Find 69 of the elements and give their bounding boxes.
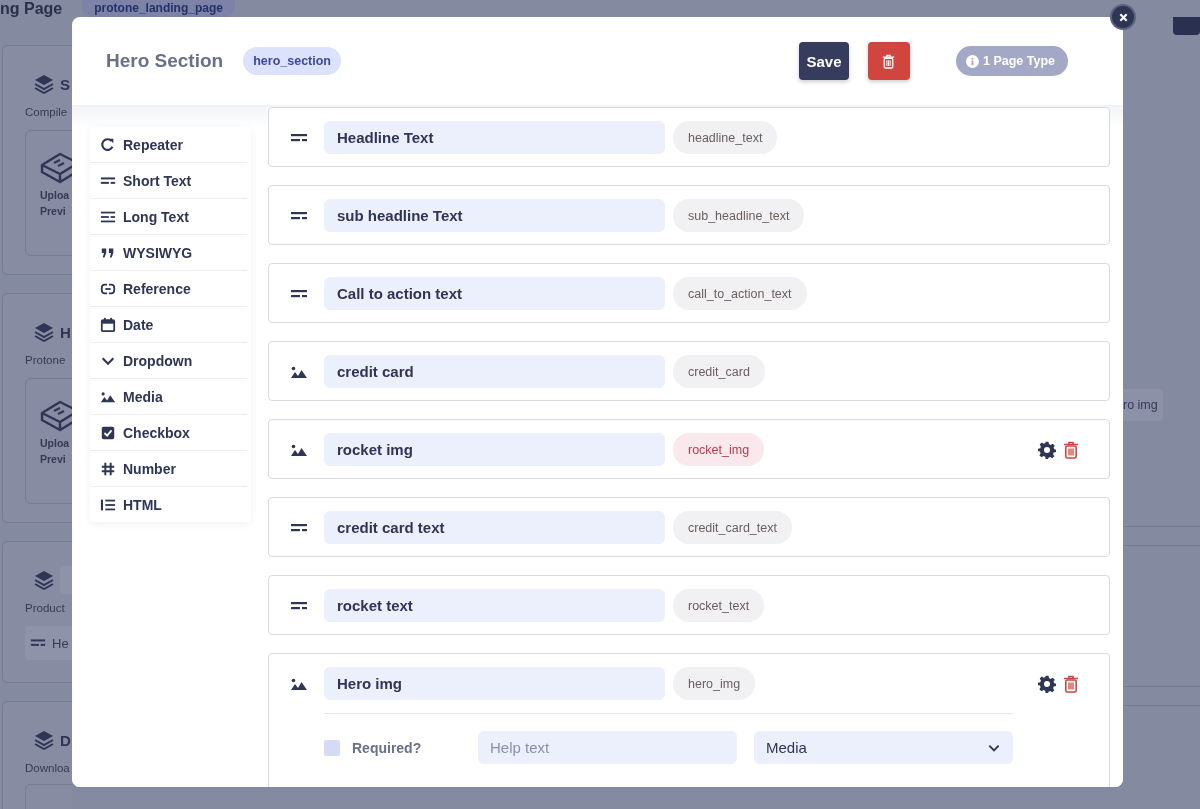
trash-icon[interactable] [1063,674,1079,693]
checkbox-icon [100,424,116,441]
required-checkbox[interactable] [324,739,340,756]
card-description: Protone [25,354,67,366]
field-key-tag: credit_card [673,355,765,388]
layers-icon [34,570,54,590]
close-icon [1118,12,1128,22]
save-button[interactable]: Save [798,42,849,80]
field-key-tag: sub_headline_text [673,199,805,232]
upload-label: Uploa [40,189,71,201]
delete-button[interactable] [867,42,910,80]
hash-icon [100,460,116,477]
upload-label: Uploa [40,437,71,449]
field-name-input[interactable]: Headline Text [324,121,665,154]
layers-icon [34,322,54,342]
field-name-input[interactable]: credit card text [324,511,665,544]
field-name-input[interactable]: Hero img [324,667,665,700]
page-title: ng Page [0,0,63,17]
card-title: H [60,323,71,341]
card-description: Compile [25,106,69,118]
book-icon [40,399,72,433]
field-name-input[interactable]: credit card [324,355,665,388]
settings-icon[interactable] [1038,674,1056,693]
layers-icon [34,730,54,750]
field-chip[interactable]: He [25,626,72,660]
card-description: Downloa [25,762,71,774]
field-chip[interactable]: ro img [1123,389,1163,421]
link-icon [100,280,116,297]
info-icon [965,54,979,68]
field-type-item[interactable]: Repeater [90,127,247,163]
preview-label: Previ [40,205,67,217]
field-type-item[interactable]: WYSIWYG [90,235,247,271]
field-key-tag: credit_card_text [673,511,792,544]
trash-icon[interactable] [1063,440,1079,459]
field-type-item[interactable]: Short Text [90,163,247,199]
section-slug-tag: hero_section [243,47,341,75]
field-type-item[interactable]: Number [90,451,247,487]
field-type-item[interactable]: Reference [90,271,247,307]
field-key-tag: rocket_text [673,589,765,622]
field-key-tag: rocket_img [673,433,765,466]
layers-icon [34,74,54,94]
field-key-tag: headline_text [673,121,778,154]
close-button[interactable] [1110,4,1136,30]
field-name-input[interactable]: Call to action text [324,277,665,310]
field-name-input[interactable]: sub headline Text [324,199,665,232]
preview-label: Previ [40,453,67,465]
type-select[interactable]: Media [754,731,1013,764]
field-type-item[interactable]: Long Text [90,199,247,235]
field-name-input[interactable]: rocket text [324,589,665,622]
field-key-tag: hero_img [673,667,756,700]
refresh-icon [100,136,116,153]
field-type-item[interactable]: Media [90,379,247,415]
help-text-field[interactable]: Help text [478,731,737,764]
card-description: Product [25,602,66,614]
field-type-item[interactable]: Dropdown [90,343,247,379]
field-type-item[interactable]: Checkbox [90,415,247,451]
book-icon [40,151,72,185]
required-label: Required? [352,739,423,756]
card-title: D [60,731,71,749]
field-type-item[interactable]: Date [90,307,247,343]
page-slug-tag: protone_landing_page [82,0,235,17]
calendar-icon [100,316,116,333]
trash-icon[interactable] [882,53,896,69]
settings-icon[interactable] [1038,440,1056,459]
card-title: S [60,75,70,93]
field-type-item[interactable]: HTML [90,487,247,522]
field-key-tag: call_to_action_text [673,277,807,310]
field-name-input[interactable]: rocket img [324,433,665,466]
modal-title: Hero Section [106,50,224,72]
